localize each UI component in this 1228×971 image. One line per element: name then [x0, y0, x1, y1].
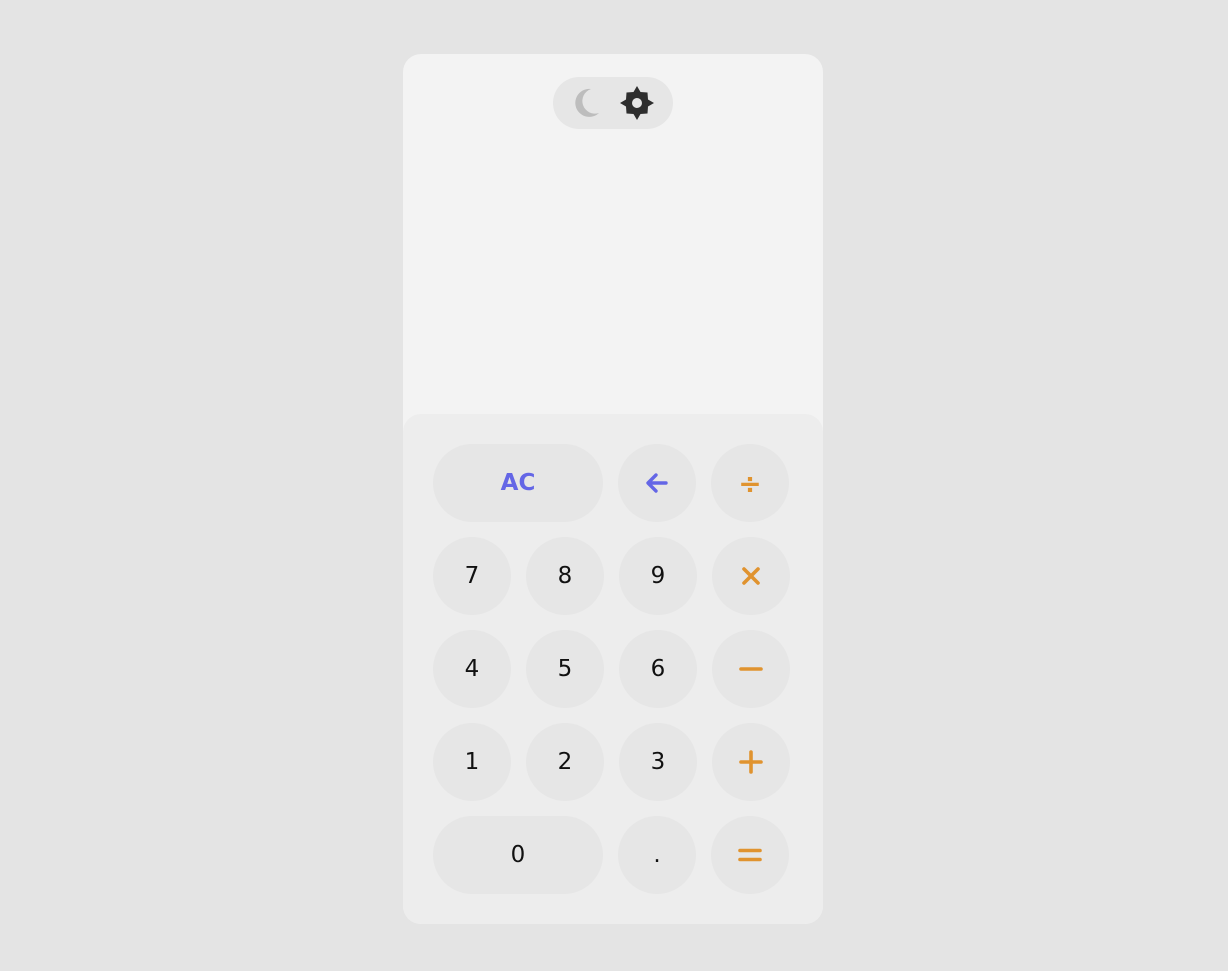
moon-icon[interactable]	[569, 85, 605, 121]
digit-0-button[interactable]: 0	[433, 816, 603, 894]
equals-button[interactable]	[711, 816, 789, 894]
divide-button[interactable]: ÷	[711, 444, 789, 522]
keypad: AC ÷ 7 8 9 4 5 6 1 2 3 0 .	[403, 414, 823, 924]
clear-button[interactable]: AC	[433, 444, 603, 522]
calculator: AC ÷ 7 8 9 4 5 6 1 2 3 0 .	[403, 54, 823, 924]
display	[403, 144, 823, 404]
digit-4-button[interactable]: 4	[433, 630, 511, 708]
theme-toggle[interactable]	[553, 77, 673, 129]
digit-3-button[interactable]: 3	[619, 723, 697, 801]
digit-1-button[interactable]: 1	[433, 723, 511, 801]
subtract-button[interactable]	[712, 630, 790, 708]
digit-9-button[interactable]: 9	[619, 537, 697, 615]
decimal-button[interactable]: .	[618, 816, 696, 894]
backspace-button[interactable]	[618, 444, 696, 522]
digit-5-button[interactable]: 5	[526, 630, 604, 708]
add-button[interactable]	[712, 723, 790, 801]
minus-icon	[738, 656, 764, 682]
arrow-left-icon	[644, 470, 670, 496]
digit-6-button[interactable]: 6	[619, 630, 697, 708]
digit-2-button[interactable]: 2	[526, 723, 604, 801]
multiply-button[interactable]	[712, 537, 790, 615]
digit-8-button[interactable]: 8	[526, 537, 604, 615]
times-icon	[740, 565, 762, 587]
equals-icon	[737, 842, 763, 868]
digit-7-button[interactable]: 7	[433, 537, 511, 615]
plus-icon	[738, 749, 764, 775]
sun-icon[interactable]	[619, 85, 655, 121]
